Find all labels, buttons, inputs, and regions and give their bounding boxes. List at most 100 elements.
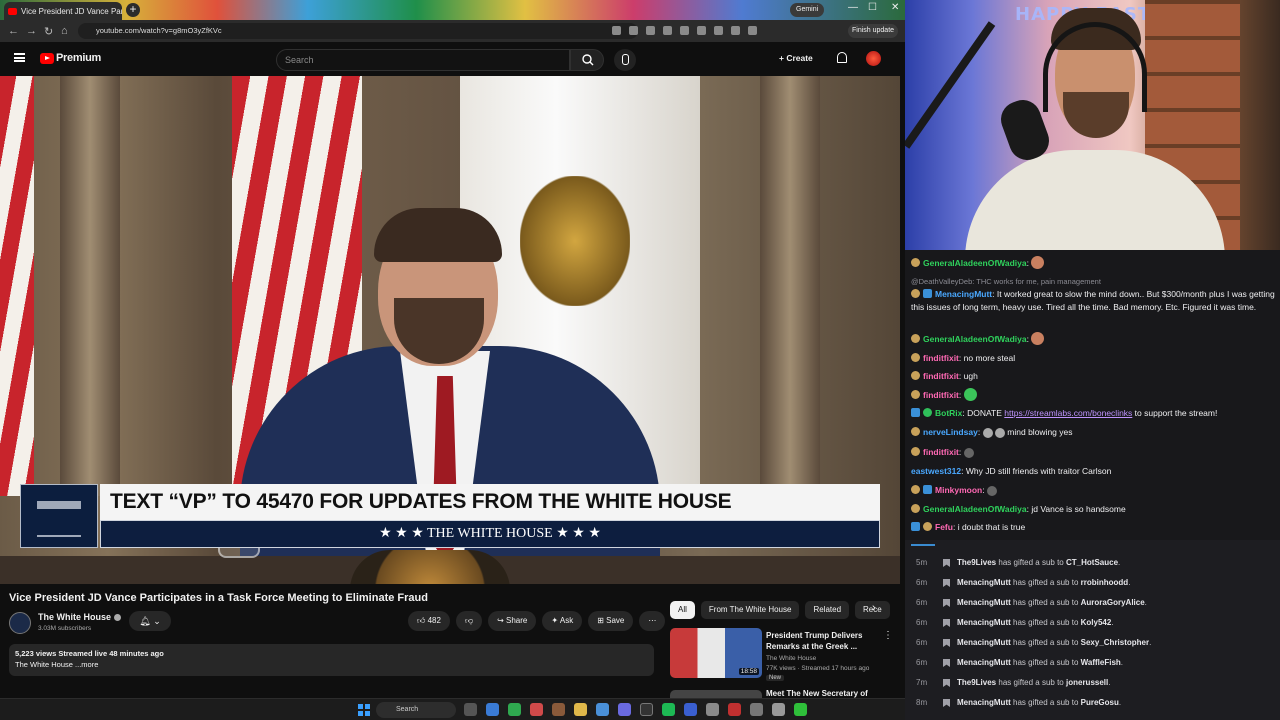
more-vert-icon[interactable]: ⋮: [883, 630, 893, 641]
event-gifter[interactable]: The9Lives: [957, 678, 996, 687]
create-button[interactable]: + Create: [779, 53, 813, 63]
ask-button[interactable]: ✦ Ask: [542, 611, 583, 631]
event-recipient[interactable]: PureGosu: [1081, 698, 1119, 707]
chip-all[interactable]: All: [670, 601, 695, 619]
chat-username[interactable]: finditfixit: [923, 353, 959, 363]
home-icon[interactable]: ⌂: [61, 25, 68, 37]
app-icon[interactable]: [596, 703, 609, 716]
event-recipient[interactable]: CT_HotSauce: [1066, 558, 1118, 567]
extensions-puzzle-icon[interactable]: [731, 26, 740, 35]
close-window-icon[interactable]: ✕: [891, 2, 899, 13]
profile-icon[interactable]: [748, 26, 757, 35]
channel-avatar[interactable]: [9, 612, 31, 634]
search-button[interactable]: [570, 49, 604, 71]
event-recipient[interactable]: Koly542: [1081, 618, 1112, 627]
recommended-title[interactable]: Meet The New Secretary of: [766, 689, 886, 698]
extension-icon[interactable]: [697, 26, 706, 35]
chat-username[interactable]: MenacingMutt: [935, 289, 992, 299]
app-icon[interactable]: [750, 703, 763, 716]
chat-username[interactable]: GeneralAladeenOfWadiya: [923, 504, 1027, 514]
obs-icon[interactable]: [640, 703, 653, 716]
search-input[interactable]: Search: [276, 49, 570, 71]
zoom-icon[interactable]: [612, 26, 621, 35]
maximize-icon[interactable]: ☐: [868, 2, 877, 13]
event-gifter[interactable]: MenacingMutt: [957, 598, 1011, 607]
event-gifter[interactable]: MenacingMutt: [957, 638, 1011, 647]
app-icon[interactable]: [706, 703, 719, 716]
chevron-right-icon[interactable]: ›: [872, 602, 876, 614]
forward-icon[interactable]: →: [26, 25, 37, 37]
chat-username[interactable]: finditfixit: [923, 371, 959, 381]
task-view-icon[interactable]: [464, 703, 477, 716]
app-icon[interactable]: [684, 703, 697, 716]
chat-link[interactable]: https://streamlabs.com/boneclinks: [1004, 408, 1132, 418]
chat-username[interactable]: finditfixit: [923, 447, 959, 457]
dislike-button[interactable]: 👎︎: [455, 611, 483, 631]
event-time: 6m: [916, 638, 928, 647]
event-recipient[interactable]: jonerussell: [1066, 678, 1108, 687]
file-explorer-icon[interactable]: [574, 703, 587, 716]
like-button[interactable]: 👍︎ 482: [408, 611, 450, 631]
cast-icon[interactable]: [629, 26, 638, 35]
save-button[interactable]: ⊞ Save: [588, 611, 634, 631]
chat-username[interactable]: Fefu: [935, 522, 953, 532]
chip-from-channel[interactable]: From The White House: [700, 601, 800, 619]
youtube-logo-icon[interactable]: [40, 53, 54, 64]
chat-username[interactable]: eastwest312: [911, 466, 961, 476]
notifications-bell-icon[interactable]: [837, 52, 847, 63]
youtube-brand[interactable]: Premium: [56, 52, 101, 64]
description-box[interactable]: 5,223 views Streamed live 48 minutes ago…: [9, 644, 654, 676]
app-icon[interactable]: [530, 703, 543, 716]
video-player[interactable]: TEXT “VP” TO 45470 FOR UPDATES FROM THE …: [0, 76, 900, 584]
event-recipient[interactable]: rrobinhoodd: [1081, 578, 1129, 587]
subscription-bell-button[interactable]: 🔔︎ ⌄: [129, 611, 171, 631]
event-gifter[interactable]: MenacingMutt: [957, 578, 1011, 587]
chat-username[interactable]: GeneralAladeenOfWadiya: [923, 258, 1027, 268]
browser-tab[interactable]: Vice President JD Vance Partic ✕: [4, 2, 122, 20]
bookmark-star-icon[interactable]: [646, 26, 655, 35]
app-icon[interactable]: [552, 703, 565, 716]
chat-username[interactable]: Minkymoon: [935, 485, 982, 495]
extension-icon[interactable]: [714, 26, 723, 35]
app-icon[interactable]: [772, 703, 785, 716]
event-gifter[interactable]: MenacingMutt: [957, 698, 1011, 707]
recommended-thumbnail[interactable]: [670, 690, 762, 698]
share-button[interactable]: ↪ Share: [488, 611, 537, 631]
gemini-button[interactable]: Gemini: [790, 3, 825, 17]
event-recipient[interactable]: Sexy_Christopher: [1081, 638, 1149, 647]
taskbar-search[interactable]: Search: [376, 702, 456, 718]
reload-icon[interactable]: ↻: [44, 25, 53, 38]
recommended-thumbnail[interactable]: 18:58: [670, 628, 762, 678]
finish-update-button[interactable]: Finish update: [848, 24, 899, 38]
chat-username[interactable]: GeneralAladeenOfWadiya: [923, 334, 1027, 344]
minimize-icon[interactable]: —: [848, 2, 858, 13]
app-icon[interactable]: [794, 703, 807, 716]
chat-username[interactable]: BotRix: [935, 408, 962, 418]
account-avatar[interactable]: [866, 51, 881, 66]
chat-username[interactable]: finditfixit: [923, 390, 959, 400]
edge-icon[interactable]: [486, 703, 499, 716]
event-gifter[interactable]: MenacingMutt: [957, 618, 1011, 627]
chrome-icon[interactable]: [508, 703, 521, 716]
discord-icon[interactable]: [618, 703, 631, 716]
extension-icon[interactable]: [663, 26, 672, 35]
event-recipient[interactable]: WaffleFish: [1081, 658, 1121, 667]
app-icon[interactable]: [728, 703, 741, 716]
chip-related[interactable]: Related: [805, 601, 850, 619]
channel-name[interactable]: The White House: [38, 612, 122, 622]
chat-username[interactable]: nerveLindsay: [923, 427, 978, 437]
new-tab-button[interactable]: +: [126, 3, 140, 17]
more-actions-button[interactable]: ⋯: [639, 611, 666, 631]
sub-badge-icon: [911, 485, 920, 494]
voice-search-button[interactable]: [614, 49, 636, 71]
event-gifter[interactable]: The9Lives: [957, 558, 996, 567]
menu-icon[interactable]: [14, 53, 25, 62]
url-field[interactable]: youtube.com/watch?v=g8mO3yZfKVc: [78, 23, 638, 39]
event-recipient[interactable]: AuroraGoryAlice: [1081, 598, 1145, 607]
recommended-title[interactable]: President Trump Delivers Remarks at the …: [766, 630, 881, 652]
back-icon[interactable]: ←: [8, 25, 19, 37]
spotify-icon[interactable]: [662, 703, 675, 716]
extension-icon[interactable]: [680, 26, 689, 35]
event-gifter[interactable]: MenacingMutt: [957, 658, 1011, 667]
windows-start-icon[interactable]: [358, 704, 370, 716]
